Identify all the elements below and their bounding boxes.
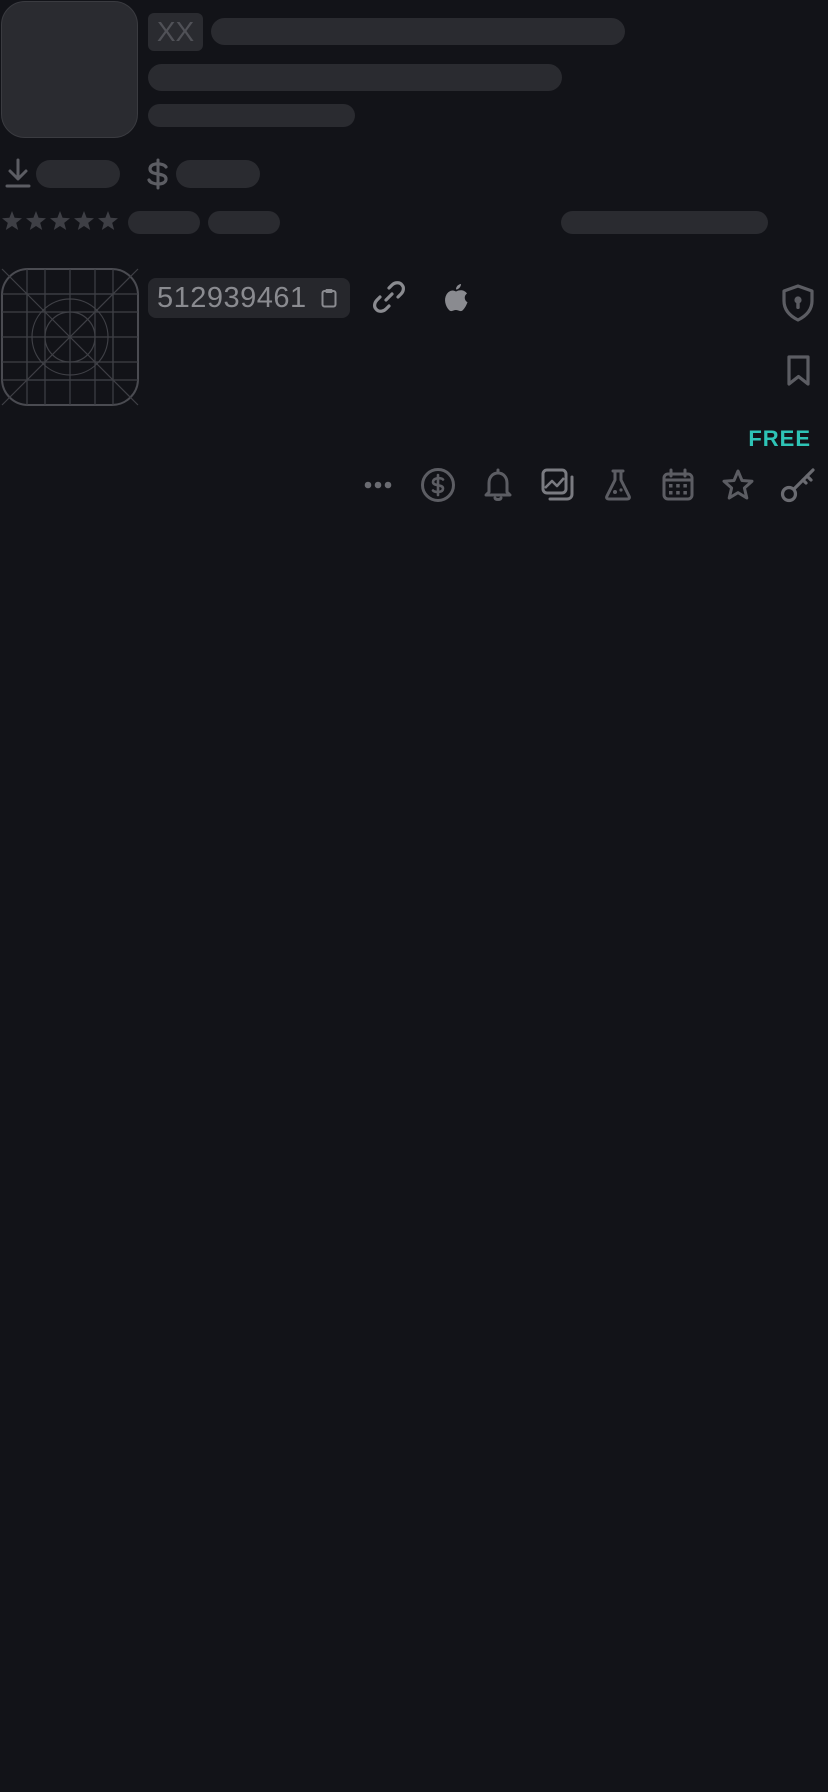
price-label: FREE <box>748 426 811 451</box>
app-id-text: 512939461 <box>157 282 307 314</box>
dollar-icon <box>146 158 170 190</box>
bookmark-icon[interactable] <box>786 354 811 387</box>
price-skeleton <box>176 160 260 188</box>
app-id-copy-button[interactable]: 512939461 <box>148 278 350 318</box>
dollar-circle-icon[interactable] <box>419 466 457 504</box>
downloads-skeleton <box>36 160 120 188</box>
download-icon <box>4 158 32 190</box>
key-icon[interactable] <box>779 466 817 504</box>
flask-icon[interactable] <box>599 466 637 504</box>
rating-count-skeleton <box>208 211 280 234</box>
bell-icon[interactable] <box>479 466 517 504</box>
apple-icon[interactable] <box>442 280 470 314</box>
app-icon-placeholder <box>1 268 139 406</box>
rating-value-skeleton <box>128 211 200 234</box>
star-outline-icon[interactable] <box>719 466 757 504</box>
app-detail-page: XX 512939461 FREE <box>0 0 828 1792</box>
rating-stars <box>1 210 119 232</box>
title-skeleton <box>211 18 625 45</box>
category-skeleton <box>561 211 768 234</box>
app-icon-skeleton <box>1 1 138 138</box>
link-icon[interactable] <box>372 280 406 314</box>
developer-skeleton <box>148 104 355 127</box>
country-code-badge: XX <box>148 13 203 51</box>
shield-lock-icon[interactable] <box>781 284 815 322</box>
more-icon[interactable] <box>359 466 397 504</box>
clipboard-icon <box>321 288 337 308</box>
calendar-icon[interactable] <box>659 466 697 504</box>
subtitle-skeleton <box>148 64 562 91</box>
screenshots-icon[interactable] <box>539 466 577 504</box>
